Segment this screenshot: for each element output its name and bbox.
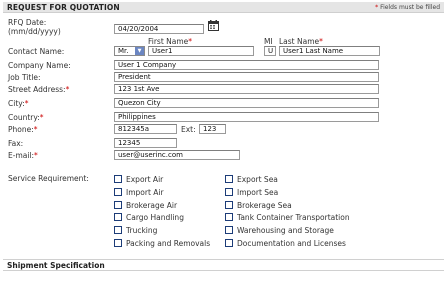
service-label: Import Air [126,188,164,197]
first-name-header-text: First Name [148,37,189,46]
country-label-text: Country: [8,113,40,122]
city-label: City:* [8,99,28,108]
service-label: Export Air [126,175,164,184]
service-label: Brokerage Sea [237,201,292,210]
service-requirement-label: Service Requirement: [8,174,89,183]
last-name-header: Last Name* [279,37,323,46]
country-label: Country:* [8,113,44,122]
email-label: E-mail:* [8,151,38,160]
rfq-date-label: RFQ Date: [8,18,47,27]
service-label: Trucking [126,226,158,235]
phone-input[interactable]: 812345a [114,124,177,134]
chevron-down-icon[interactable]: ▼ [135,47,144,55]
checkbox-export-air[interactable] [114,175,122,183]
street-address-label-text: Street Address: [8,85,66,94]
required-star: * [319,37,323,46]
required-note: * Fields must be filled [375,4,440,11]
checkbox-import-sea[interactable] [225,188,233,196]
company-name-input[interactable]: User 1 Company [114,60,379,70]
rfq-date-format: (mm/dd/yyyy) [8,27,61,36]
checkbox-import-air[interactable] [114,188,122,196]
service-label: Packing and Removals [126,239,211,248]
service-label: Warehousing and Storage [237,226,334,235]
checkbox-packing-and-removals[interactable] [114,239,122,247]
job-title-input[interactable]: President [114,72,379,82]
service-label: Export Sea [237,175,278,184]
required-star: * [65,85,70,94]
required-star: * [188,37,193,46]
service-label: Import Sea [237,188,279,197]
service-label: Tank Container Transportation [237,213,350,222]
email-input[interactable]: user@userinc.com [114,150,240,160]
country-input[interactable]: Philippines [114,112,379,122]
checkbox-brokerage-sea[interactable] [225,201,233,209]
first-name-input[interactable]: User1 [148,46,254,56]
fax-input[interactable]: 12345 [114,138,177,148]
checkbox-export-sea[interactable] [225,175,233,183]
checkbox-trucking[interactable] [114,226,122,234]
checkbox-tank-container-transportation[interactable] [225,213,233,221]
checkbox-brokerage-air[interactable] [114,201,122,209]
ext-label: Ext: [181,125,196,134]
job-title-label: Job Title: [8,73,41,82]
city-input[interactable]: Quezon City [114,98,379,108]
form-title: REQUEST FOR QUOTATION [7,3,120,12]
required-note-text: Fields must be filled [380,4,440,11]
last-name-header-text: Last Name [279,37,320,46]
email-label-text: E-mail: [8,151,35,160]
service-label: Documentation and Licenses [237,239,346,248]
phone-label: Phone:* [8,125,38,134]
required-star: * [34,151,38,160]
mi-input[interactable]: U [264,46,276,56]
rfq-date-input[interactable]: 04/20/2004 [114,24,204,34]
contact-name-label: Contact Name: [8,47,65,56]
street-address-label: Street Address:* [8,85,69,94]
ext-input[interactable]: 123 [199,124,226,134]
service-label: Brokerage Air [126,201,178,210]
street-address-input[interactable]: 123 1st Ave [114,84,379,94]
required-star: * [24,99,29,108]
calendar-icon[interactable] [208,20,219,31]
required-star: * [39,113,44,122]
checkbox-documentation-and-licenses[interactable] [225,239,233,247]
first-name-header: First Name* [148,37,192,46]
shipment-section-title: Shipment Specification [7,261,105,270]
mi-header: MI [264,37,273,46]
fax-label: Fax: [8,139,24,148]
salutation-value: Mr. [118,47,129,55]
shipment-section-header: Shipment Specification [3,259,444,271]
checkbox-warehousing-and-storage[interactable] [225,226,233,234]
required-star: * [375,4,379,11]
city-label-text: City: [8,99,25,108]
company-name-label: Company Name: [8,61,71,70]
checkbox-cargo-handling[interactable] [114,213,122,221]
form-header: REQUEST FOR QUOTATION * Fields must be f… [3,2,444,13]
phone-label-text: Phone: [8,125,34,134]
salutation-select[interactable]: Mr. ▼ [114,46,145,56]
required-star: * [33,125,38,134]
service-label: Cargo Handling [126,213,184,222]
last-name-input[interactable]: User1 Last Name [279,46,380,56]
